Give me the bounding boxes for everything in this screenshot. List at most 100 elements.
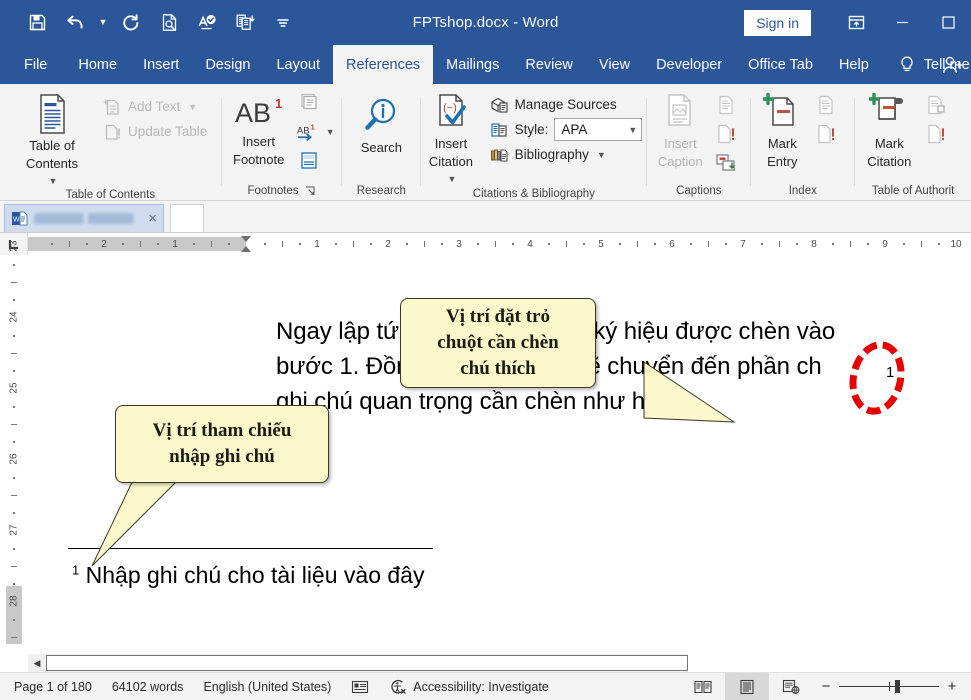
chevron-down-icon[interactable]: ▼	[326, 127, 335, 137]
insert-citation-button[interactable]: (−) Insert Citation ▼	[421, 90, 480, 187]
vruler-minor-tick	[13, 263, 15, 266]
callout-reference-line-1: Vị trí tham chiếu	[152, 420, 292, 441]
chevron-down-icon[interactable]: ▼	[447, 174, 456, 184]
horizontal-scroll-track[interactable]	[46, 655, 688, 671]
vruler-minor-tick	[11, 281, 17, 283]
document-canvas[interactable]: Ngay lập tức bạn sẽ thấy một ký hiệu đượ…	[28, 256, 971, 644]
manage-sources-button[interactable]: Manage Sources	[485, 92, 647, 117]
save-icon[interactable]	[20, 8, 54, 38]
insert-table-of-authorities-icon[interactable]	[923, 92, 949, 118]
zoom-out-button[interactable]: −	[819, 678, 833, 695]
insert-endnote-icon[interactable]	[296, 90, 322, 116]
vruler-minor-tick	[11, 565, 17, 567]
mark-citation-button[interactable]: Mark Citation	[855, 90, 923, 170]
ruler-minor-tick	[50, 243, 53, 245]
tab-help[interactable]: Help	[826, 45, 882, 84]
tab-home[interactable]: Home	[65, 45, 130, 84]
tab-office-tab[interactable]: Office Tab	[735, 45, 826, 84]
chevron-down-icon[interactable]: ▼	[597, 150, 606, 160]
update-index-icon[interactable]	[813, 121, 839, 147]
insert-caption-button[interactable]: Insert Caption	[647, 90, 713, 170]
zoom-control[interactable]: − +	[813, 678, 971, 695]
group-label-index: Index	[788, 185, 817, 197]
word-count[interactable]: 64102 words	[102, 673, 194, 700]
page-indicator[interactable]: Page 1 of 180	[0, 673, 102, 700]
close-icon[interactable]: ×	[148, 211, 157, 226]
vruler-minor-tick	[13, 476, 15, 479]
tab-developer[interactable]: Developer	[643, 45, 735, 84]
ribbon-references: Table of Contents ▼ Add Text ▼ Update Ta…	[0, 84, 971, 201]
chevron-down-icon[interactable]: ▼	[628, 125, 637, 135]
maximize-icon[interactable]	[925, 0, 971, 45]
print-layout-view-icon[interactable]	[725, 672, 769, 700]
language-indicator[interactable]: English (United States)	[193, 673, 341, 700]
customize-qat-icon[interactable]	[266, 8, 300, 38]
tab-design[interactable]: Design	[192, 45, 263, 84]
read-mode-view-icon[interactable]	[681, 673, 725, 700]
first-line-indent-marker[interactable]	[241, 236, 251, 242]
ribbon-display-options-icon[interactable]	[833, 0, 879, 45]
table-of-contents-button[interactable]: Table of Contents ▼	[14, 90, 90, 189]
insert-index-icon[interactable]	[813, 92, 839, 118]
add-text-icon	[102, 97, 122, 117]
vertical-ruler[interactable]: 23 24 25 26 27 28	[0, 240, 28, 644]
horizontal-ruler[interactable]: 2 1 1 2 3 4 5 6 7 8 9 10	[28, 233, 971, 255]
tab-view[interactable]: View	[586, 45, 643, 84]
insert-citation-label-line1: Insert	[434, 136, 468, 151]
print-preview-icon[interactable]	[152, 8, 186, 38]
copy-format-icon[interactable]	[228, 8, 262, 38]
undo-icon[interactable]	[58, 8, 92, 38]
web-layout-view-icon[interactable]	[769, 673, 813, 700]
insert-footnote-icon: AB 1	[233, 92, 285, 132]
chevron-down-icon[interactable]: ▼	[188, 102, 197, 112]
zoom-in-button[interactable]: +	[945, 678, 959, 695]
bibliography-button[interactable]: Bibliography ▼	[485, 142, 647, 167]
hanging-indent-marker[interactable]	[241, 246, 251, 252]
update-table-authorities-icon[interactable]	[923, 121, 949, 147]
red-dashed-circle-highlight	[842, 336, 912, 420]
tab-insert[interactable]: Insert	[130, 45, 192, 84]
minimize-icon[interactable]	[879, 0, 925, 45]
accessibility-status[interactable]: Accessibility: Investigate	[379, 673, 558, 700]
mark-entry-button[interactable]: Mark Entry	[751, 90, 813, 170]
chevron-down-icon[interactable]: ▼	[49, 176, 58, 186]
tab-review[interactable]: Review	[512, 45, 586, 84]
horizontal-scrollbar[interactable]: ◀	[28, 654, 688, 672]
tab-layout[interactable]: Layout	[263, 45, 333, 84]
redo-icon[interactable]	[114, 8, 148, 38]
add-text-button[interactable]: Add Text ▼	[98, 94, 211, 119]
window-controls: Sign in	[744, 0, 971, 45]
search-button[interactable]: Search	[342, 90, 420, 156]
document-page[interactable]: Ngay lập tức bạn sẽ thấy một ký hiệu đượ…	[68, 256, 971, 644]
manage-sources-label: Manage Sources	[514, 97, 617, 112]
next-footnote-icon[interactable]: AB 1	[296, 119, 322, 145]
citation-style-select[interactable]: APA ▼	[554, 118, 643, 141]
spelling-grammar-icon[interactable]	[190, 8, 224, 38]
insert-table-of-figures-icon[interactable]	[713, 92, 739, 118]
tab-references[interactable]: References	[333, 45, 434, 84]
new-document-tab-button[interactable]	[170, 204, 204, 232]
show-notes-icon[interactable]	[296, 148, 322, 174]
update-table-button[interactable]: Update Table	[98, 119, 211, 144]
account-person-icon[interactable]	[937, 50, 967, 80]
tab-mailings[interactable]: Mailings	[433, 45, 512, 84]
sign-in-button[interactable]: Sign in	[744, 9, 811, 36]
footnotes-dialog-launcher-icon[interactable]	[304, 185, 316, 197]
scroll-left-arrow-icon[interactable]: ◀	[28, 654, 46, 672]
insert-footnote-button[interactable]: AB 1 Insert Footnote	[222, 90, 296, 168]
mark-citation-label-line2: Citation	[867, 154, 912, 169]
cross-reference-icon[interactable]	[713, 150, 739, 176]
update-table-figures-icon[interactable]	[713, 121, 739, 147]
zoom-slider[interactable]	[839, 680, 939, 693]
proofing-errors-icon[interactable]	[341, 673, 379, 700]
ruler-minor-tick	[423, 241, 425, 247]
tab-file[interactable]: File	[0, 45, 65, 84]
zoom-slider-thumb[interactable]	[895, 680, 900, 693]
ruler-minor-tick	[618, 243, 621, 245]
ruler-tick-label: 4	[527, 239, 533, 250]
undo-dropdown-caret-icon[interactable]: ▼	[96, 8, 110, 38]
ruler-minor-tick	[831, 243, 834, 245]
citation-small-commands: Manage Sources Style: APA ▼ Bibliography…	[485, 90, 647, 167]
document-tab-active[interactable]: W ×	[4, 204, 164, 232]
quick-access-toolbar: ▼	[0, 0, 300, 45]
